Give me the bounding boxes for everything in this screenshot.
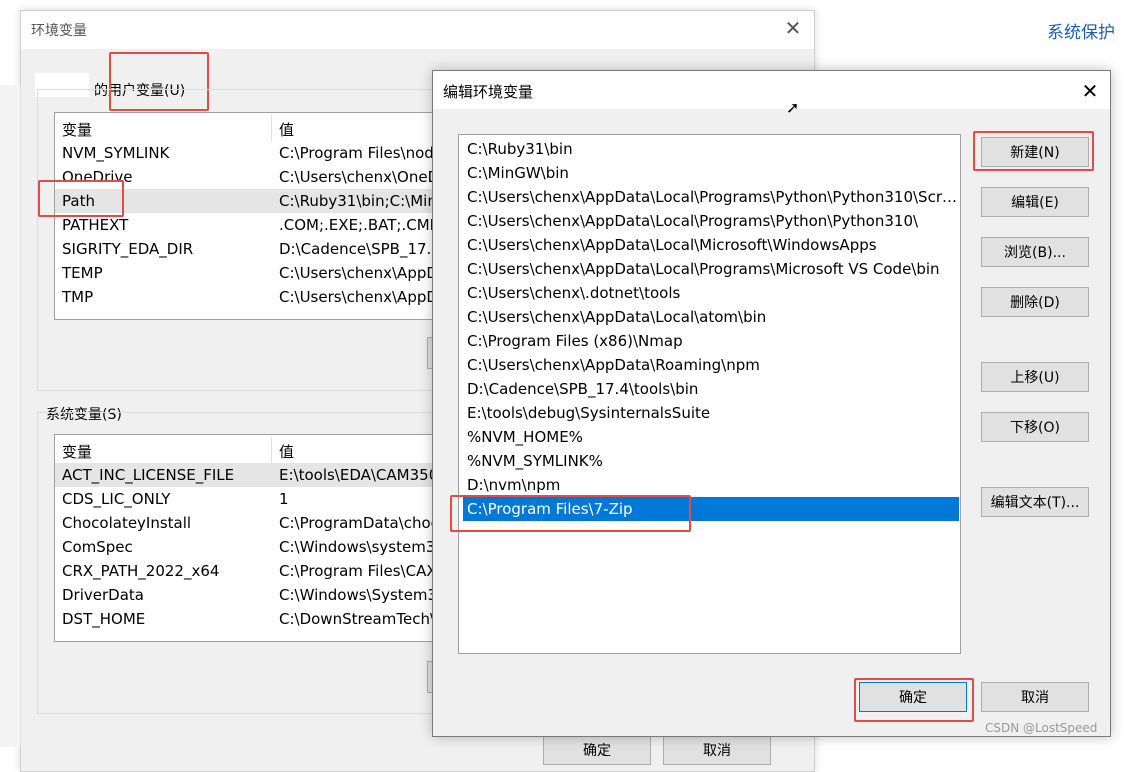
var-value: C:\DownStreamTech\: [279, 610, 436, 628]
system-protection-link[interactable]: 系统保护: [1047, 18, 1115, 43]
header-divider: [271, 437, 272, 463]
list-item[interactable]: %NVM_SYMLINK%: [463, 449, 959, 473]
var-value: D:\Cadence\SPB_17.4: [279, 240, 441, 258]
var-value: E:\tools\EDA\CAM350: [279, 466, 439, 484]
var-value: C:\Program Files\CAX: [279, 562, 437, 580]
var-name: ACT_INC_LICENSE_FILE: [62, 466, 235, 484]
var-name: DriverData: [62, 586, 144, 604]
bg-ok-button[interactable]: 确定: [543, 735, 651, 765]
move-down-button[interactable]: 下移(O): [981, 412, 1089, 442]
list-item[interactable]: C:\Users\chenx\AppData\Roaming\npm: [463, 353, 959, 377]
list-item[interactable]: C:\Users\chenx\AppData\Local\Programs\Py…: [463, 209, 959, 233]
var-name: TMP: [62, 288, 94, 306]
list-item[interactable]: C:\MinGW\bin: [463, 161, 959, 185]
list-item[interactable]: C:\Users\chenx\AppData\Local\Programs\Mi…: [463, 257, 959, 281]
env-vars-titlebar: 环境变量 ✕: [21, 11, 814, 49]
bg-cancel-button[interactable]: 取消: [663, 735, 771, 765]
ok-button[interactable]: 确定: [859, 682, 967, 712]
user-vars-header-value[interactable]: 值: [279, 119, 294, 140]
edit-text-button[interactable]: 编辑文本(T)...: [981, 487, 1089, 517]
edit-dialog-title: 编辑环境变量: [443, 83, 534, 101]
var-name: NVM_SYMLINK: [62, 144, 170, 162]
table-row[interactable]: Path C:\Ruby31\bin;C:\Min: [55, 189, 453, 213]
var-name: Path: [62, 192, 95, 210]
system-vars-list[interactable]: 变量 值 ACT_INC_LICENSE_FILE E:\tools\EDA\CA…: [54, 434, 456, 642]
var-name: CRX_PATH_2022_x64: [62, 562, 220, 580]
var-name: CDS_LIC_ONLY: [62, 490, 171, 508]
var-value: C:\Users\chenx\AppD: [279, 264, 438, 282]
list-item[interactable]: C:\Program Files\7-Zip: [463, 497, 959, 521]
var-value: C:\Windows\System3: [279, 586, 438, 604]
list-item[interactable]: C:\Users\chenx\.dotnet\tools: [463, 281, 959, 305]
path-list[interactable]: C:\Ruby31\bin C:\MinGW\bin C:\Users\chenx\…: [458, 134, 961, 654]
list-item[interactable]: %NVM_HOME%: [463, 425, 959, 449]
move-up-button[interactable]: 上移(U): [981, 362, 1089, 392]
user-vars-header-name[interactable]: 变量: [62, 119, 92, 140]
table-row[interactable]: DST_HOME C:\DownStreamTech\: [55, 607, 453, 631]
var-name: DST_HOME: [62, 610, 146, 628]
var-value: C:\Windows\system32: [279, 538, 445, 556]
list-item[interactable]: C:\Ruby31\bin: [463, 137, 959, 161]
table-row[interactable]: DriverData C:\Windows\System3: [55, 583, 453, 607]
list-item[interactable]: D:\Cadence\SPB_17.4\tools\bin: [463, 377, 959, 401]
new-button[interactable]: 新建(N): [981, 137, 1089, 167]
table-row[interactable]: CRX_PATH_2022_x64 C:\Program Files\CAX: [55, 559, 453, 583]
table-row[interactable]: NVM_SYMLINK C:\Program Files\node: [55, 141, 453, 165]
list-item[interactable]: C:\Program Files (x86)\Nmap: [463, 329, 959, 353]
var-value: C:\Program Files\node: [279, 144, 444, 162]
delete-button[interactable]: 删除(D): [981, 287, 1089, 317]
table-row[interactable]: TEMP C:\Users\chenx\AppD: [55, 261, 453, 285]
header-divider: [271, 115, 272, 141]
table-row[interactable]: CDS_LIC_ONLY 1: [55, 487, 453, 511]
var-name: ComSpec: [62, 538, 133, 556]
var-value: C:\Ruby31\bin;C:\Min: [279, 192, 437, 210]
edit-button[interactable]: 编辑(E): [981, 187, 1089, 217]
cancel-button[interactable]: 取消: [981, 682, 1089, 712]
table-row[interactable]: SIGRITY_EDA_DIR D:\Cadence\SPB_17.4: [55, 237, 453, 261]
watermark: CSDN @LostSpeed: [985, 721, 1098, 735]
table-row[interactable]: OneDrive C:\Users\chenx\OneD: [55, 165, 453, 189]
mouse-cursor-icon: ➚: [786, 98, 800, 117]
var-value: C:\Users\chenx\OneD: [279, 168, 440, 186]
browse-button[interactable]: 浏览(B)...: [981, 237, 1089, 267]
var-value: C:\Users\chenx\AppD: [279, 288, 438, 306]
left-edge-panel: [0, 85, 21, 747]
list-item[interactable]: C:\Users\chenx\AppData\Local\Programs\Py…: [463, 185, 959, 209]
close-icon[interactable]: ✕: [1077, 78, 1103, 104]
var-value: 1: [279, 490, 289, 508]
var-name: OneDrive: [62, 168, 133, 186]
list-item[interactable]: C:\Users\chenx\AppData\Local\Microsoft\W…: [463, 233, 959, 257]
close-icon[interactable]: ✕: [781, 16, 805, 40]
var-name: TEMP: [62, 264, 103, 282]
edit-env-var-dialog: 编辑环境变量 ✕ C:\Ruby31\bin C:\MinGW\bin C:\Use…: [432, 70, 1111, 737]
var-name: SIGRITY_EDA_DIR: [62, 240, 194, 258]
list-item[interactable]: E:\tools\debug\SysinternalsSuite: [463, 401, 959, 425]
edit-dialog-titlebar: 编辑环境变量 ✕: [433, 71, 1110, 109]
var-name: PATHEXT: [62, 216, 129, 234]
table-row[interactable]: ComSpec C:\Windows\system32: [55, 535, 453, 559]
var-value: .COM;.EXE;.BAT;.CMD: [279, 216, 442, 234]
list-item[interactable]: D:\nvm\npm: [463, 473, 959, 497]
system-vars-header-name[interactable]: 变量: [62, 441, 92, 462]
table-row[interactable]: TMP C:\Users\chenx\AppD: [55, 285, 453, 309]
system-vars-header-value[interactable]: 值: [279, 441, 294, 462]
var-name: ChocolateyInstall: [62, 514, 192, 532]
user-vars-list[interactable]: 变量 值 NVM_SYMLINK C:\Program Files\node One…: [54, 112, 456, 320]
env-vars-title: 环境变量: [31, 23, 87, 39]
list-item[interactable]: C:\Users\chenx\AppData\Local\atom\bin: [463, 305, 959, 329]
var-value: C:\ProgramData\choc: [279, 514, 439, 532]
table-row[interactable]: PATHEXT .COM;.EXE;.BAT;.CMD: [55, 213, 453, 237]
table-row[interactable]: ACT_INC_LICENSE_FILE E:\tools\EDA\CAM350: [55, 463, 453, 487]
table-row[interactable]: ChocolateyInstall C:\ProgramData\choc: [55, 511, 453, 535]
